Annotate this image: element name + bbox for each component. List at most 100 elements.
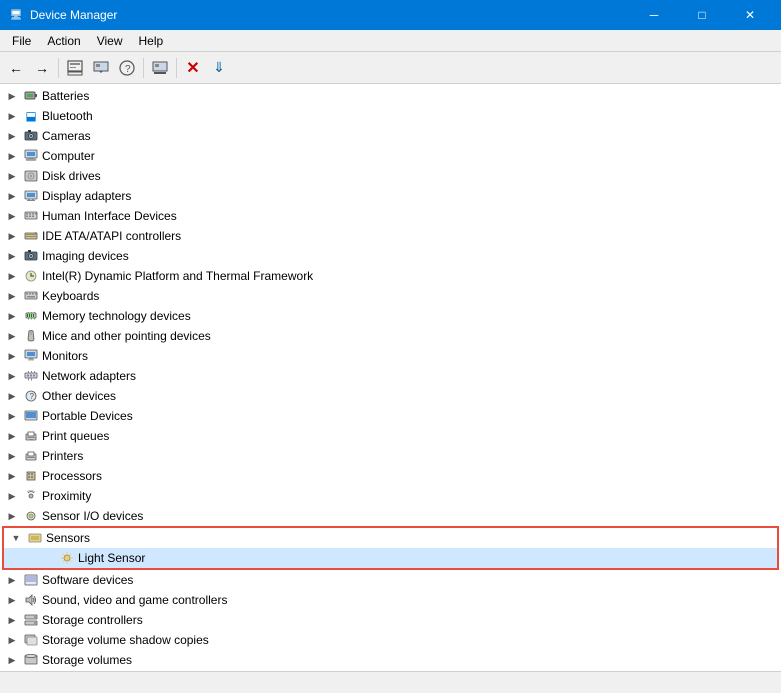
storage-shadow-icon — [23, 632, 39, 648]
expand-intel-dynamic[interactable]: ▶ — [4, 268, 20, 284]
expand-memory-tech[interactable]: ▶ — [4, 308, 20, 324]
download-button[interactable]: ⇓ — [207, 56, 231, 80]
network-adapters-label: Network adapters — [42, 369, 136, 383]
expand-keyboards[interactable]: ▶ — [4, 288, 20, 304]
expand-other-devices[interactable]: ▶ — [4, 388, 20, 404]
tree-item-storage-volumes[interactable]: ▶ Storage volumes — [0, 650, 781, 670]
main-area: ▶ Batteries ▶ ⬓ Bluetooth ▶ Cameras ▶ Co… — [0, 84, 781, 671]
expand-storage-volumes[interactable]: ▶ — [4, 652, 20, 668]
menu-view[interactable]: View — [89, 30, 131, 51]
tree-item-computer[interactable]: ▶ Computer — [0, 146, 781, 166]
portable-devices-label: Portable Devices — [42, 409, 133, 423]
close-button[interactable]: ✕ — [727, 0, 773, 30]
tree-item-other-devices[interactable]: ▶ ? Other devices — [0, 386, 781, 406]
proximity-label: Proximity — [42, 489, 91, 503]
tree-item-monitors[interactable]: ▶ Monitors — [0, 346, 781, 366]
maximize-button[interactable]: □ — [679, 0, 725, 30]
keyboards-label: Keyboards — [42, 289, 99, 303]
tree-item-print-queues[interactable]: ▶ Print queues — [0, 426, 781, 446]
help-button[interactable]: ? — [115, 56, 139, 80]
expand-monitors[interactable]: ▶ — [4, 348, 20, 364]
tree-item-network-adapters[interactable]: ▶ Network adapters — [0, 366, 781, 386]
batteries-icon — [23, 88, 39, 104]
svg-text:?: ? — [125, 64, 131, 75]
expand-processors[interactable]: ▶ — [4, 468, 20, 484]
printers-label: Printers — [42, 449, 83, 463]
storage-shadow-label: Storage volume shadow copies — [42, 633, 209, 647]
print-queues-icon — [23, 428, 39, 444]
tree-item-storage-controllers[interactable]: ▶ Storage controllers — [0, 610, 781, 630]
scan-button[interactable] — [148, 56, 172, 80]
storage-volumes-label: Storage volumes — [42, 653, 132, 667]
expand-mice[interactable]: ▶ — [4, 328, 20, 344]
tree-item-system-devices[interactable]: ▶ System devices — [0, 670, 781, 671]
tree-item-sound-video[interactable]: ▶ Sound, video and game controllers — [0, 590, 781, 610]
expand-printers[interactable]: ▶ — [4, 448, 20, 464]
computer-label: Computer — [42, 149, 95, 163]
tree-item-processors[interactable]: ▶ Processors — [0, 466, 781, 486]
tree-item-sensors[interactable]: ▼ Sensors — [4, 528, 777, 548]
expand-network-adapters[interactable]: ▶ — [4, 368, 20, 384]
tree-item-mice[interactable]: ▶ Mice and other pointing devices — [0, 326, 781, 346]
expand-cameras[interactable]: ▶ — [4, 128, 20, 144]
expand-computer[interactable]: ▶ — [4, 148, 20, 164]
expand-human-interface[interactable]: ▶ — [4, 208, 20, 224]
back-button[interactable]: ← — [4, 56, 28, 80]
menu-file[interactable]: File — [4, 30, 39, 51]
tree-item-printers[interactable]: ▶ Printers — [0, 446, 781, 466]
tree-item-imaging-devices[interactable]: ▶ Imaging devices — [0, 246, 781, 266]
expand-batteries[interactable]: ▶ — [4, 88, 20, 104]
expand-sensor-io[interactable]: ▶ — [4, 508, 20, 524]
window-title: Device Manager — [30, 8, 631, 22]
tree-item-batteries[interactable]: ▶ Batteries — [0, 86, 781, 106]
expand-disk-drives[interactable]: ▶ — [4, 168, 20, 184]
expand-imaging-devices[interactable]: ▶ — [4, 248, 20, 264]
tree-item-disk-drives[interactable]: ▶ Disk drives — [0, 166, 781, 186]
storage-controllers-icon — [23, 612, 39, 628]
properties-button[interactable] — [63, 56, 87, 80]
expand-proximity[interactable]: ▶ — [4, 488, 20, 504]
remove-button[interactable]: ✕ — [181, 56, 205, 80]
memory-tech-icon — [23, 308, 39, 324]
disk-drives-label: Disk drives — [42, 169, 101, 183]
tree-item-memory-tech[interactable]: ▶ Memory technology devices — [0, 306, 781, 326]
sensors-icon — [27, 530, 43, 546]
expand-software-devices[interactable]: ▶ — [4, 572, 20, 588]
tree-item-storage-shadow[interactable]: ▶ Storage volume shadow copies — [0, 630, 781, 650]
tree-item-cameras[interactable]: ▶ Cameras — [0, 126, 781, 146]
tree-item-light-sensor[interactable]: ▶ Light Sensor — [4, 548, 777, 568]
tree-item-portable-devices[interactable]: ▶ Portable Devices — [0, 406, 781, 426]
tree-item-human-interface[interactable]: ▶ Human Interface Devices — [0, 206, 781, 226]
expand-print-queues[interactable]: ▶ — [4, 428, 20, 444]
tree-item-ide-ata[interactable]: ▶ IDE ATA/ATAPI controllers — [0, 226, 781, 246]
expand-bluetooth[interactable]: ▶ — [4, 108, 20, 124]
sensors-label: Sensors — [46, 531, 90, 545]
tree-item-proximity[interactable]: ▶ Proximity — [0, 486, 781, 506]
menu-action[interactable]: Action — [39, 30, 88, 51]
expand-sound-video[interactable]: ▶ — [4, 592, 20, 608]
forward-button[interactable]: → — [30, 56, 54, 80]
tree-item-sensor-io[interactable]: ▶ Sensor I/O devices — [0, 506, 781, 526]
ide-ata-label: IDE ATA/ATAPI controllers — [42, 229, 181, 243]
expand-display-adapters[interactable]: ▶ — [4, 188, 20, 204]
expand-storage-shadow[interactable]: ▶ — [4, 632, 20, 648]
expand-portable-devices[interactable]: ▶ — [4, 408, 20, 424]
disk-drives-icon — [23, 168, 39, 184]
expand-storage-controllers[interactable]: ▶ — [4, 612, 20, 628]
intel-dynamic-icon — [23, 268, 39, 284]
update-driver-button[interactable] — [89, 56, 113, 80]
human-interface-label: Human Interface Devices — [42, 209, 177, 223]
expand-sensors[interactable]: ▼ — [8, 530, 24, 546]
tree-item-display-adapters[interactable]: ▶ Display adapters — [0, 186, 781, 206]
app-icon: 🖥 — [8, 7, 24, 23]
menu-help[interactable]: Help — [131, 30, 172, 51]
tree-item-bluetooth[interactable]: ▶ ⬓ Bluetooth — [0, 106, 781, 126]
tree-item-intel-dynamic[interactable]: ▶ Intel(R) Dynamic Platform and Thermal … — [0, 266, 781, 286]
monitors-icon — [23, 348, 39, 364]
processors-icon — [23, 468, 39, 484]
minimize-button[interactable]: ─ — [631, 0, 677, 30]
device-tree[interactable]: ▶ Batteries ▶ ⬓ Bluetooth ▶ Cameras ▶ Co… — [0, 84, 781, 671]
tree-item-software-devices[interactable]: ▶ Software devices — [0, 570, 781, 590]
tree-item-keyboards[interactable]: ▶ Keyboards — [0, 286, 781, 306]
expand-ide-ata[interactable]: ▶ — [4, 228, 20, 244]
